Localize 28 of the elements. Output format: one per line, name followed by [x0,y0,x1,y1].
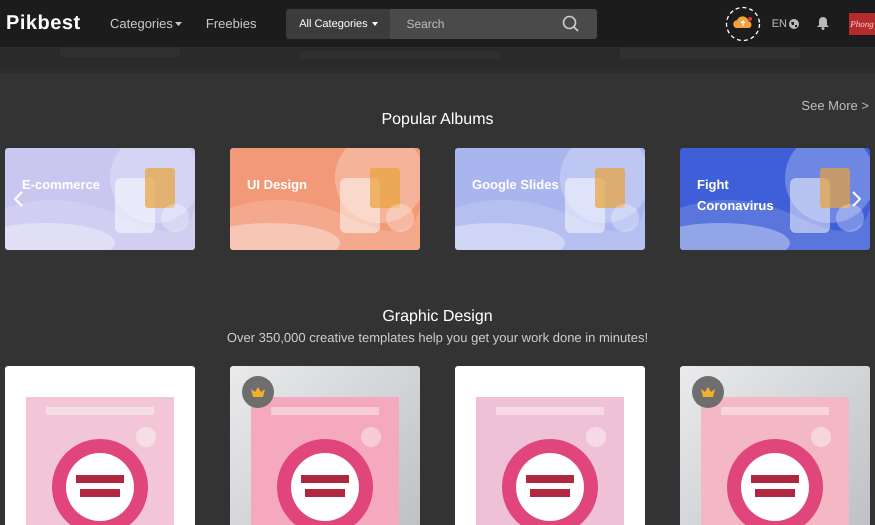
section-title: Graphic Design [382,308,493,326]
search-field[interactable]: Search [390,8,598,38]
crown-badge-icon [692,376,724,408]
upload-cloud-icon[interactable] [724,6,761,42]
album-title: UI Design [247,176,308,194]
nav-link[interactable]: Freebies [206,16,256,31]
album-title: Google Slides [472,176,560,194]
logo[interactable]: Pikbest [6,12,110,35]
section-subtitle: Over 350,000 creative templates help you get your work done in minutes! [226,330,648,345]
section-title: Popular Albums [381,111,494,129]
template-card[interactable] [680,366,870,525]
search-icon[interactable] [562,14,580,32]
template-card[interactable] [455,366,645,525]
template-card[interactable] [5,366,195,525]
nav-link[interactable]: Categories [110,16,182,31]
crown-badge-icon [242,376,274,408]
see-more-link[interactable]: See More > [801,98,869,113]
album-card[interactable]: Fight Coronavirus [680,148,870,250]
globe-icon [789,18,799,28]
caret-icon [372,22,378,26]
album-title: Fight Coronavirus [697,176,775,215]
template-card[interactable] [230,366,420,525]
album-title: E-commerce [22,176,102,194]
bell-icon[interactable] [817,17,829,30]
category-dropdown[interactable]: All Categories [286,8,390,38]
language-link[interactable]: EN [772,18,787,30]
user-avatar[interactable]: Phong [849,12,875,34]
chevron-right-icon[interactable] [852,191,861,207]
